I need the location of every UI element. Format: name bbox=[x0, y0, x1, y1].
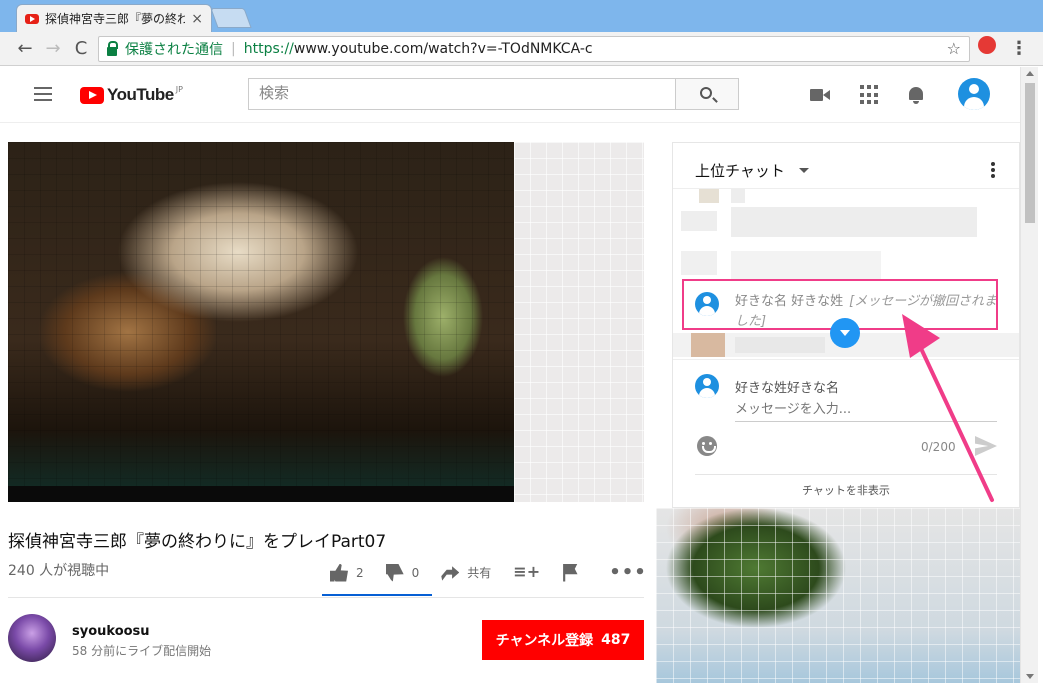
chat-header: 上位チャット bbox=[673, 143, 1019, 189]
address-bar[interactable]: 保護された通信 | https:// www.youtube.com/watch… bbox=[98, 36, 970, 62]
share-label: 共有 bbox=[467, 566, 492, 580]
forward-icon[interactable]: → bbox=[42, 38, 64, 60]
stream-started-meta: 58 分前にライブ配信開始 bbox=[72, 644, 212, 658]
youtube-play-icon bbox=[80, 86, 104, 104]
separator: | bbox=[231, 41, 236, 57]
report-button[interactable] bbox=[561, 563, 587, 582]
blurred-side-content bbox=[514, 142, 644, 502]
search-button[interactable] bbox=[675, 78, 739, 110]
dislike-button[interactable]: 0 bbox=[385, 563, 420, 582]
youtube-header: YouTube JP 検索 bbox=[0, 67, 1020, 123]
chat-mode-selector[interactable]: 上位チャット bbox=[695, 160, 785, 181]
logo-region: JP bbox=[175, 84, 183, 94]
playlist-add-icon bbox=[513, 562, 540, 582]
logo-wordmark: YouTube bbox=[107, 85, 174, 104]
like-button[interactable]: 2 bbox=[330, 563, 364, 582]
search-input[interactable]: 検索 bbox=[248, 78, 676, 110]
scroll-to-bottom-icon[interactable] bbox=[830, 318, 860, 348]
share-button[interactable]: 共有 bbox=[441, 564, 491, 582]
like-count: 2 bbox=[356, 565, 364, 580]
like-ratio-bar bbox=[322, 594, 432, 596]
browser-tab[interactable]: 探偵神宮寺三郎『夢の終わ × bbox=[16, 4, 212, 32]
apps-grid-icon[interactable] bbox=[860, 85, 880, 105]
search-placeholder: 検索 bbox=[259, 85, 290, 102]
youtube-logo[interactable]: YouTube JP bbox=[80, 85, 183, 105]
hamburger-menu-icon[interactable] bbox=[34, 87, 52, 101]
new-tab-button[interactable] bbox=[210, 8, 252, 28]
annotation-arrow-icon bbox=[902, 314, 994, 502]
notifications-bell-icon[interactable] bbox=[906, 85, 926, 105]
scroll-thumb[interactable] bbox=[1025, 83, 1035, 223]
viewer-count: 240 人が視聴中 bbox=[8, 563, 110, 579]
video-player[interactable] bbox=[8, 142, 514, 502]
dislike-count: 0 bbox=[411, 565, 420, 580]
emoji-icon[interactable] bbox=[697, 436, 717, 456]
more-actions-icon[interactable]: ••• bbox=[609, 562, 647, 583]
input-author-name: 好きな姓好きな名 bbox=[735, 380, 840, 396]
search-icon bbox=[700, 87, 712, 99]
subscribe-button[interactable]: チャンネル登録 487 bbox=[482, 620, 644, 660]
reload-icon[interactable]: C bbox=[70, 38, 92, 60]
share-icon bbox=[441, 566, 460, 581]
input-author-row: 好きな姓好きな名 bbox=[695, 374, 839, 398]
blurred-chat-messages bbox=[673, 189, 1019, 281]
create-video-icon[interactable] bbox=[810, 85, 830, 105]
video-title: 探偵神宮寺三郎『夢の終わりに』をプレイPart07 bbox=[8, 532, 387, 552]
user-avatar bbox=[695, 374, 719, 398]
blurred-recommended-content bbox=[656, 508, 1020, 683]
chat-menu-icon[interactable] bbox=[991, 162, 995, 178]
flag-icon bbox=[563, 563, 578, 582]
subscriber-count: 487 bbox=[601, 632, 631, 648]
extension-icon[interactable] bbox=[978, 36, 996, 54]
url-text: www.youtube.com/watch?v=-TOdNMKCA-c bbox=[293, 41, 593, 57]
url-protocol: https:// bbox=[243, 41, 294, 57]
lock-icon bbox=[107, 40, 118, 56]
browser-menu-icon[interactable]: ⋮ bbox=[1010, 38, 1028, 60]
scroll-down-icon[interactable] bbox=[1026, 674, 1034, 679]
video-actions: 2 0 共有 ••• bbox=[330, 562, 647, 583]
thumbs-down-icon bbox=[385, 563, 404, 582]
chevron-down-icon[interactable] bbox=[799, 168, 809, 173]
tab-close-icon[interactable]: × bbox=[191, 11, 203, 27]
video-bottom-bar bbox=[8, 486, 514, 502]
section-divider bbox=[8, 597, 644, 598]
channel-avatar[interactable] bbox=[8, 614, 56, 662]
tab-title: 探偵神宮寺三郎『夢の終わ bbox=[45, 12, 186, 26]
secure-label: 保護された通信 bbox=[125, 42, 223, 58]
bookmark-star-icon[interactable]: ☆ bbox=[947, 39, 961, 58]
subscribe-label: チャンネル登録 bbox=[495, 633, 594, 649]
scroll-up-icon[interactable] bbox=[1026, 71, 1034, 76]
add-to-playlist-button[interactable] bbox=[513, 562, 540, 582]
browser-toolbar: ← → C 保護された通信 | https:// www.youtube.com… bbox=[0, 32, 1043, 66]
youtube-favicon-icon bbox=[25, 13, 39, 24]
channel-name[interactable]: syoukoosu bbox=[72, 624, 150, 639]
account-avatar[interactable] bbox=[958, 78, 990, 110]
back-icon[interactable]: ← bbox=[14, 38, 36, 60]
page-scrollbar[interactable] bbox=[1020, 67, 1038, 683]
thumbs-up-icon bbox=[330, 563, 348, 582]
